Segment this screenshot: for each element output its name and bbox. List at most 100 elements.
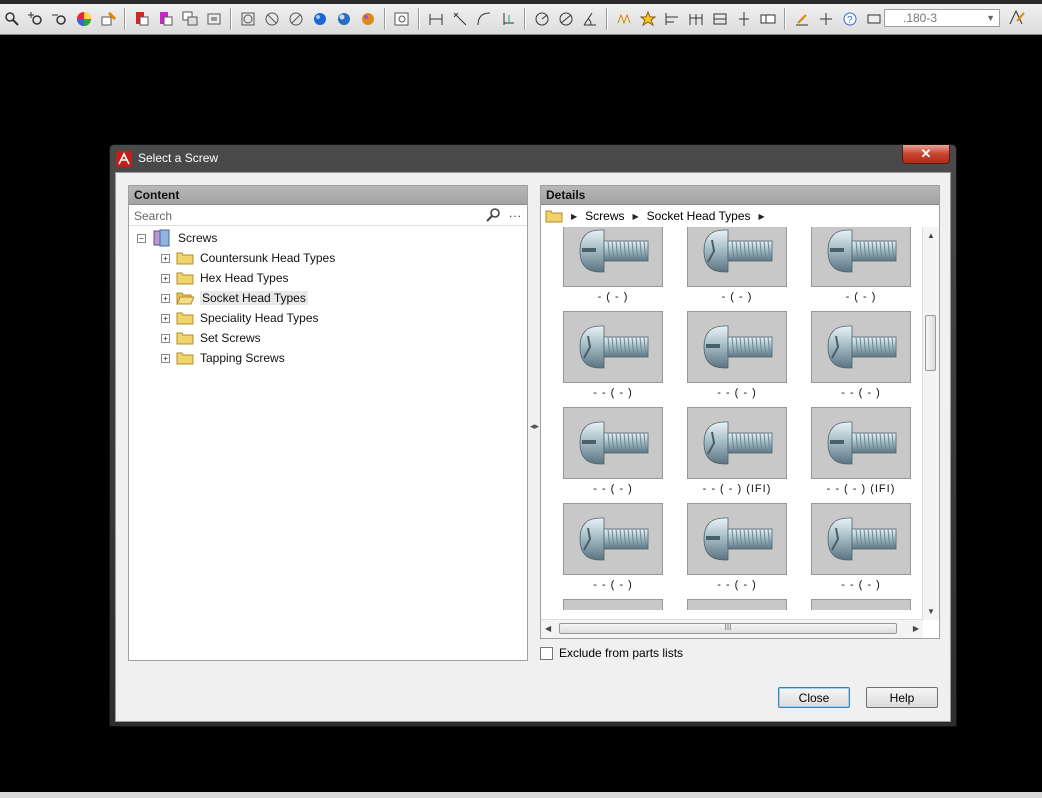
horizontal-scrollbar[interactable]: ◀ III ▶ — [541, 619, 923, 638]
screw-thumbnail-image[interactable] — [811, 311, 911, 383]
copy-icon[interactable] — [180, 9, 200, 29]
tree-item[interactable]: + Countersunk Head Types — [129, 248, 527, 268]
screw-tile[interactable]: - - ( - ) — [687, 503, 787, 591]
render-preview-icon[interactable] — [392, 9, 412, 29]
expand-icon[interactable]: + — [161, 333, 170, 343]
screw-thumbnail-image[interactable] — [687, 311, 787, 383]
screw-thumbnail-image[interactable] — [811, 407, 911, 479]
close-button[interactable]: Close — [778, 687, 850, 708]
match-properties-icon[interactable] — [98, 9, 118, 29]
screw-tile[interactable]: - - ( - ) (IFI) — [811, 407, 911, 495]
screw-thumbnail-image[interactable] — [811, 227, 911, 287]
screw-tile[interactable]: - - ( - ) — [563, 311, 663, 399]
screw-thumbnail-image[interactable] — [563, 311, 663, 383]
zoom-icon[interactable] — [2, 9, 22, 29]
screw-thumbnail-image[interactable] — [687, 503, 787, 575]
layer-states-icon[interactable] — [156, 9, 176, 29]
vertical-scrollbar[interactable]: ▲ ▼ — [922, 227, 939, 620]
tree-item[interactable]: + Speciality Head Types — [129, 308, 527, 328]
screw-tile[interactable]: - - ( - ) — [563, 503, 663, 591]
expand-icon[interactable]: + — [161, 253, 170, 263]
screw-tile[interactable]: - - ( - ) (IFI) — [687, 407, 787, 495]
dimension-space-icon[interactable] — [710, 9, 730, 29]
horizontal-scroll-thumb[interactable]: III — [559, 623, 897, 634]
expand-icon[interactable]: + — [161, 273, 170, 283]
tree-root-screws[interactable]: − Screws — [129, 228, 527, 248]
dimension-edit-icon[interactable] — [792, 9, 812, 29]
search-options-button[interactable]: ... — [509, 206, 522, 220]
screw-tile-partial[interactable] — [687, 599, 787, 610]
screw-thumbnail-image[interactable] — [687, 407, 787, 479]
baseline-dimension-icon[interactable] — [662, 9, 682, 29]
checkbox-box[interactable] — [540, 646, 553, 660]
continue-dimension-icon[interactable] — [686, 9, 706, 29]
screw-thumbnail-image[interactable] — [811, 599, 911, 610]
scroll-up-icon[interactable]: ▲ — [927, 231, 935, 240]
exclude-from-parts-lists-checkbox[interactable]: Exclude from parts lists — [540, 646, 683, 660]
angular-dimension-icon[interactable] — [580, 9, 600, 29]
screw-thumbnail-image[interactable] — [563, 599, 663, 610]
dimension-text-edit-icon[interactable] — [816, 9, 836, 29]
arc-length-icon[interactable] — [474, 9, 494, 29]
subtract-icon[interactable] — [286, 9, 306, 29]
breadcrumb-item[interactable]: Socket Head Types — [647, 209, 751, 223]
scroll-left-icon[interactable]: ◀ — [545, 624, 551, 633]
tree-item-selected[interactable]: + Socket Head Types — [129, 288, 527, 308]
screw-tile[interactable]: - ( - ) — [811, 227, 911, 303]
region-icon[interactable] — [238, 9, 258, 29]
tree-item[interactable]: + Tapping Screws — [129, 348, 527, 368]
close-window-button[interactable]: ✕ — [902, 145, 950, 164]
diameter-dimension-icon[interactable] — [556, 9, 576, 29]
layer-combo[interactable]: .180-3 ▼ — [884, 9, 1000, 27]
screw-thumbnail-image[interactable] — [563, 227, 663, 287]
screw-tile[interactable]: - - ( - ) — [811, 311, 911, 399]
help-button[interactable]: Help — [866, 687, 938, 708]
screw-tile[interactable]: - - ( - ) — [563, 407, 663, 495]
screw-thumbnail-image[interactable] — [563, 407, 663, 479]
sphere-blue-icon[interactable] — [310, 9, 330, 29]
radius-dimension-icon[interactable] — [532, 9, 552, 29]
ordinate-dimension-icon[interactable] — [498, 9, 518, 29]
tolerance-icon[interactable] — [758, 9, 778, 29]
scroll-down-icon[interactable]: ▼ — [927, 607, 935, 616]
dialog-titlebar[interactable]: Select a Screw ✕ — [110, 145, 956, 171]
chevron-down-icon[interactable]: ▼ — [986, 10, 995, 26]
search-input[interactable] — [131, 206, 484, 225]
breadcrumb-arrow-icon[interactable]: ▶ — [759, 212, 765, 221]
quick-dim-star-icon[interactable] — [638, 9, 658, 29]
breadcrumb-arrow-icon[interactable]: ▶ — [633, 212, 639, 221]
screw-tile[interactable]: - - ( - ) — [687, 311, 787, 399]
screw-thumbnail-image[interactable] — [687, 599, 787, 610]
screw-tile[interactable]: - - ( - ) — [811, 503, 911, 591]
breadcrumb-item[interactable]: Screws — [585, 209, 624, 223]
screw-tile[interactable]: - ( - ) — [563, 227, 663, 303]
dimension-style-edit-icon[interactable] — [1007, 7, 1027, 27]
screw-thumbnail-image[interactable] — [563, 503, 663, 575]
screw-tile[interactable]: - ( - ) — [687, 227, 787, 303]
block-icon[interactable] — [204, 9, 224, 29]
aligned-dimension-icon[interactable] — [450, 9, 470, 29]
screw-tile-partial[interactable] — [563, 599, 663, 610]
layer-icon[interactable] — [132, 9, 152, 29]
zoom-out-icon[interactable] — [50, 9, 70, 29]
search-icon[interactable] — [486, 207, 502, 223]
expand-icon[interactable]: + — [161, 293, 170, 303]
tree-item[interactable]: + Set Screws — [129, 328, 527, 348]
boolean-icon[interactable] — [262, 9, 282, 29]
scroll-right-icon[interactable]: ▶ — [913, 624, 919, 633]
breadcrumb-arrow-icon[interactable]: ▶ — [571, 212, 577, 221]
tree-item[interactable]: + Hex Head Types — [129, 268, 527, 288]
screw-thumbnail-image[interactable] — [687, 227, 787, 287]
dimension-update-icon[interactable] — [864, 9, 884, 29]
dimension-break-icon[interactable] — [734, 9, 754, 29]
help-icon[interactable]: ? — [840, 9, 860, 29]
screw-thumbnail-image[interactable] — [811, 503, 911, 575]
panel-splitter-handle[interactable]: ◂▸ — [530, 421, 539, 432]
sphere-render-icon[interactable] — [334, 9, 354, 29]
color-wheel-icon[interactable] — [74, 9, 94, 29]
expand-icon[interactable]: + — [161, 313, 170, 323]
sphere-material-icon[interactable] — [358, 9, 378, 29]
linear-dimension-icon[interactable] — [426, 9, 446, 29]
expand-icon[interactable]: + — [161, 353, 170, 363]
collapse-icon[interactable]: − — [137, 233, 146, 243]
